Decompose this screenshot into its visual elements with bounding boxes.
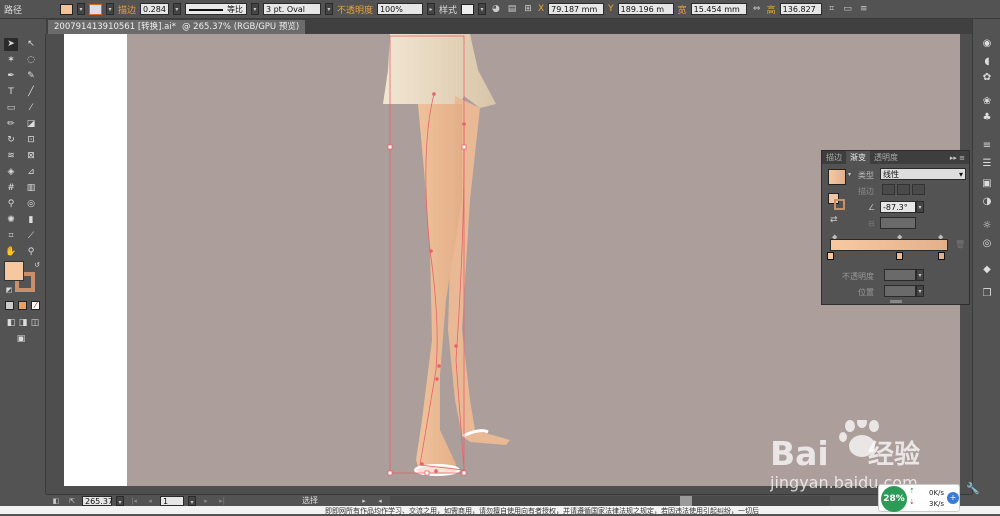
stroke-panel-icon[interactable]: ☰: [980, 157, 994, 171]
tab-gradient[interactable]: 渐变: [846, 151, 870, 164]
stroke-label: 描边: [858, 187, 874, 196]
tab-transparency[interactable]: 透明度: [870, 151, 902, 164]
symbols-icon[interactable]: ❀: [980, 95, 994, 109]
gradient-stop-left[interactable]: [827, 252, 834, 260]
aspect-icon: ⊟: [868, 219, 875, 228]
export-icon[interactable]: ⇱: [66, 495, 78, 507]
network-speed-widget[interactable]: 28% ⇡ ⇣ 0K/s 3K/s +: [878, 484, 960, 512]
footer-text: 即即网所有作品均作学习、交流之用，如需商用，请勿擅自使用向有者授权，并请遵循国家…: [325, 507, 759, 515]
gradient-panel-icon[interactable]: ▣: [980, 177, 994, 191]
right-dock: ◉ ◖ ✿ ❀ ♣ ≡ ☰ ▣ ◑ ☼ ◎ ◆ ❐: [972, 19, 1000, 494]
type-select[interactable]: 线性 ▾: [880, 168, 966, 180]
angle-field[interactable]: -87.3°: [880, 201, 916, 213]
angle-icon: ∠: [868, 203, 876, 212]
download-arrow-icon: ⇣: [909, 498, 915, 506]
page-dropdown[interactable]: ▾: [188, 495, 196, 506]
transparency-panel-icon[interactable]: ◑: [980, 195, 994, 209]
thumbnail-dropdown-icon[interactable]: ▾: [848, 171, 851, 178]
stop-location-dropdown[interactable]: ▾: [916, 285, 924, 297]
current-tool-label: 选择: [302, 496, 318, 505]
gradient-panel: 描边 渐变 透明度 ▸▸ ≡ ▾ ⇄ 类型 线性 ▾ 描边 ∠ -87.3° ▾ …: [821, 150, 970, 305]
page-footer-strip: 即即网所有作品均作学习、交流之用，如需商用，请勿擅自使用向有者授权，并请遵循国家…: [0, 506, 1000, 515]
scroll-left-icon[interactable]: ◂: [374, 495, 386, 507]
brushes-icon[interactable]: ◖: [980, 55, 994, 69]
tab-stroke[interactable]: 描边: [822, 151, 846, 164]
gradient-slider[interactable]: [830, 239, 948, 251]
opacity-label: 不透明度: [842, 272, 874, 281]
status-menu-icon[interactable]: ▸: [358, 495, 370, 507]
layers-icon[interactable]: ◆: [980, 263, 994, 277]
zoom-dropdown[interactable]: ▾: [116, 495, 124, 506]
gradient-stop-right[interactable]: [938, 252, 945, 260]
stop-opacity-dropdown[interactable]: ▾: [916, 269, 924, 281]
graphic-styles-icon[interactable]: ✿: [980, 71, 994, 85]
location-label: 位置: [858, 288, 874, 297]
upload-arrow-icon: ⇡: [909, 487, 915, 495]
stop-location-field[interactable]: [884, 285, 916, 297]
artboard-nav-icon[interactable]: ◧: [50, 495, 62, 507]
skirt-shape[interactable]: [383, 34, 496, 108]
last-artboard-icon[interactable]: ▸|: [216, 495, 228, 507]
panel-resize-grip[interactable]: [890, 300, 902, 303]
horizontal-scrollbar[interactable]: [390, 495, 830, 506]
first-artboard-icon[interactable]: |◂: [128, 495, 140, 507]
color-guide-icon[interactable]: ☼: [980, 219, 994, 233]
angle-dropdown[interactable]: ▾: [916, 201, 924, 213]
appearance-icon[interactable]: ◉: [980, 37, 994, 51]
panel-menu-icon[interactable]: ▸▸ ≡: [950, 154, 969, 162]
cpu-percent-badge[interactable]: 28%: [881, 486, 907, 512]
watermark-brand: Bai: [770, 434, 829, 473]
swatches-clubs-icon[interactable]: ♣: [980, 111, 994, 125]
download-speed: 3K/s: [929, 500, 945, 508]
prev-artboard-icon[interactable]: ◂: [144, 495, 156, 507]
align-panel-icon[interactable]: ≡: [980, 139, 994, 153]
next-artboard-icon[interactable]: ▸: [200, 495, 212, 507]
stop-opacity-field[interactable]: [884, 269, 916, 281]
add-icon[interactable]: +: [947, 492, 959, 504]
status-bar: ◧ ⇱ 265.37 ▾ |◂ ◂ 1 ▾ ▸ ▸| 选择 ▸ ◂: [46, 494, 972, 506]
upload-speed: 0K/s: [929, 489, 945, 497]
stroke-mini-swatch[interactable]: [834, 199, 845, 210]
type-label: 类型: [858, 171, 874, 180]
scrollbar-thumb[interactable]: [680, 495, 692, 506]
gradient-stop-middle[interactable]: [896, 252, 903, 260]
gradient-thumbnail[interactable]: [828, 169, 846, 185]
page-field[interactable]: 1: [160, 495, 184, 506]
watermark-brand-cn: 经验: [868, 439, 920, 470]
wrench-icon[interactable]: 🔧: [966, 482, 980, 496]
reverse-gradient-icon[interactable]: ⇄: [830, 215, 838, 225]
artboards-icon[interactable]: ❐: [980, 287, 994, 301]
links-icon[interactable]: ◎: [980, 237, 994, 251]
stroke-gradient-options[interactable]: [882, 184, 928, 195]
delete-stop-icon[interactable]: 🗑: [955, 240, 965, 249]
aspect-field[interactable]: [880, 217, 916, 229]
zoom-field[interactable]: 265.37: [82, 495, 113, 506]
gradient-panel-tabs: 描边 渐变 透明度 ▸▸ ≡: [822, 151, 969, 164]
